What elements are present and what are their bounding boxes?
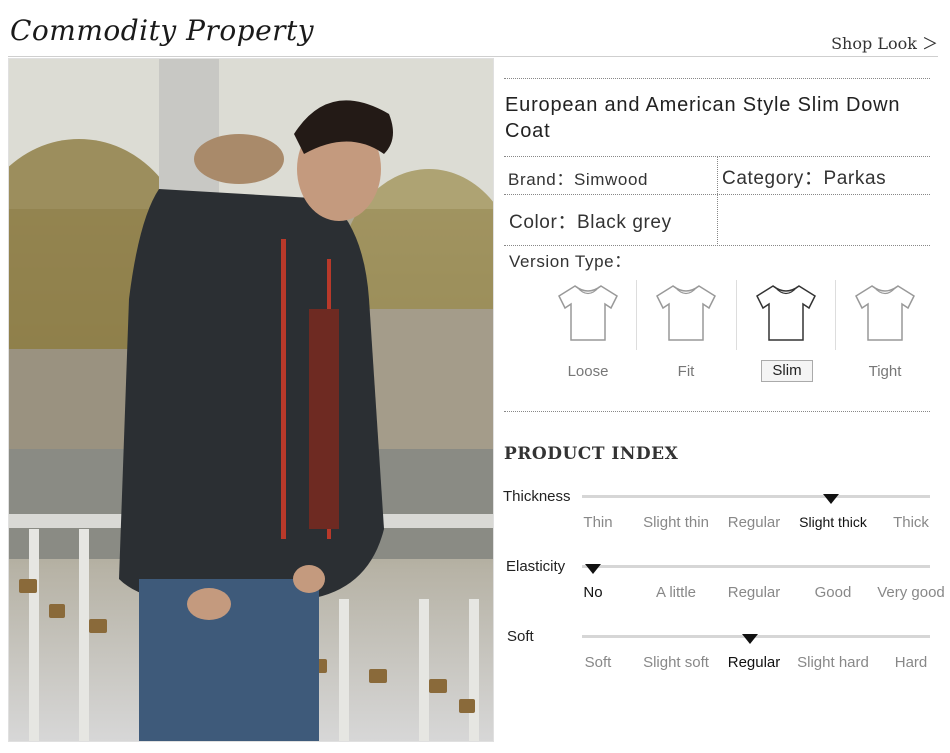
index-option: Slight hard — [797, 654, 869, 671]
version-type-label: Version Type： — [509, 252, 632, 271]
index-marker-thickness — [823, 494, 839, 504]
dotted-divider — [504, 411, 930, 412]
version-type-separator — [636, 280, 637, 350]
index-marker-elasticity — [585, 564, 601, 574]
version-type-tight[interactable]: Tight — [845, 363, 925, 380]
index-label-thickness: Thickness — [503, 488, 571, 505]
index-option: Slight thin — [643, 514, 709, 531]
tshirt-fit-icon — [656, 285, 716, 341]
version-type-separator — [736, 280, 737, 350]
index-option: Thin — [583, 514, 613, 531]
model-wearing-coat-image — [9, 59, 493, 741]
version-type-slim[interactable]: Slim — [761, 360, 813, 382]
index-marker-soft — [742, 634, 758, 644]
index-option: Regular — [727, 584, 781, 601]
index-option: No — [583, 584, 603, 601]
index-option: Soft — [584, 654, 612, 671]
index-track-thickness — [582, 495, 930, 498]
index-option: Slight soft — [643, 654, 709, 671]
index-track-elasticity — [582, 565, 930, 568]
index-option: Hard — [894, 654, 928, 671]
tshirt-slim-icon — [756, 285, 816, 341]
tshirt-tight-icon — [855, 285, 915, 341]
brand-value: Brand：Simwood — [508, 170, 649, 189]
attribute-col-divider — [717, 156, 718, 244]
product-index-title: PRODUCT INDEX — [504, 444, 679, 464]
version-type-fit[interactable]: Fit — [646, 363, 726, 380]
tshirt-loose-icon — [558, 285, 618, 341]
header-divider — [8, 56, 938, 57]
index-option: Good — [814, 584, 852, 601]
product-name: European and American Style Slim Down Co… — [505, 94, 901, 142]
index-option: Thick — [893, 514, 929, 531]
product-photo — [8, 58, 494, 742]
color-value: Color：Black grey — [509, 212, 672, 233]
index-option: A little — [655, 584, 697, 601]
index-option: Very good — [877, 584, 945, 601]
index-label-elasticity: Elasticity — [506, 558, 566, 575]
index-label-soft: Soft — [507, 628, 534, 645]
category-value: Category：Parkas — [722, 168, 887, 189]
version-type-loose[interactable]: Loose — [548, 363, 628, 380]
index-option: Regular — [727, 654, 781, 671]
dotted-divider — [504, 78, 930, 79]
page-title: Commodity Property — [10, 14, 315, 47]
version-type-separator — [835, 280, 836, 350]
index-option: Slight thick — [799, 514, 867, 530]
index-option: Regular — [727, 514, 781, 531]
shop-look-link[interactable]: Shop Look ＞ — [831, 30, 938, 54]
